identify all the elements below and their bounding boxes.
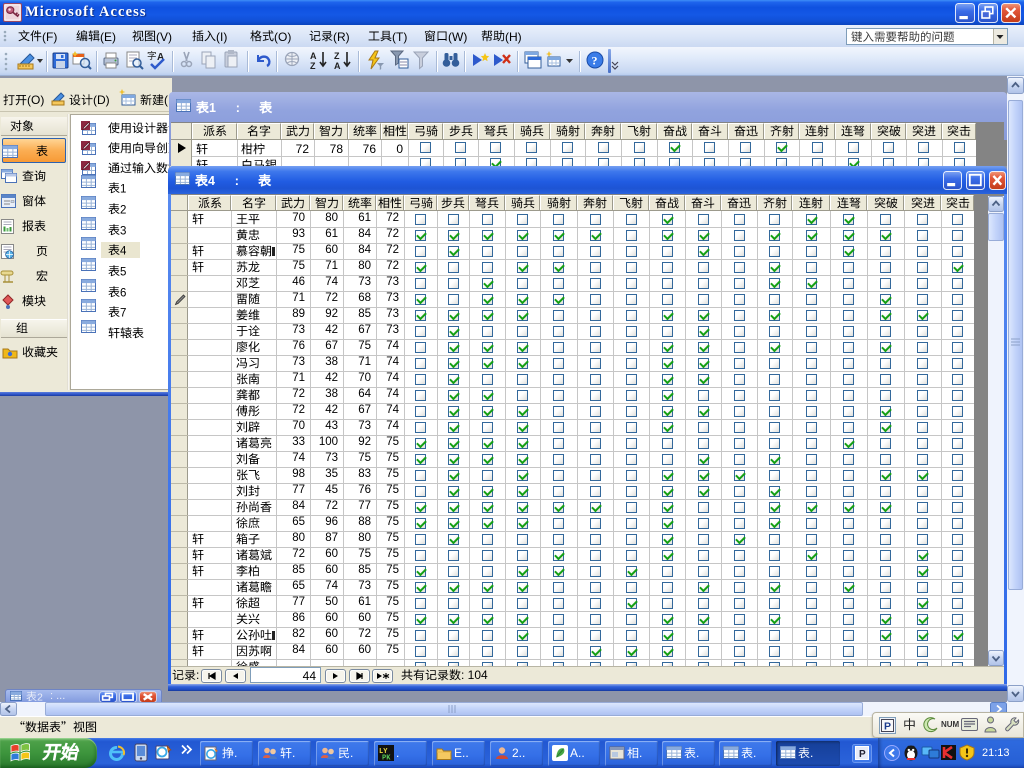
svg-text:P: P bbox=[859, 749, 866, 760]
svg-text:PK: PK bbox=[382, 755, 391, 763]
svg-text:6: 6 bbox=[120, 287, 126, 299]
svg-text:5: 5 bbox=[120, 266, 126, 278]
svg-text::: : bbox=[235, 174, 239, 188]
svg-text:A: A bbox=[334, 61, 341, 71]
svg-text:3: 3 bbox=[120, 225, 126, 237]
svg-text:1: 1 bbox=[120, 183, 126, 195]
svg-text:Z: Z bbox=[334, 51, 340, 61]
svg-text:Z: Z bbox=[310, 61, 316, 71]
svg-text:2: 2 bbox=[120, 204, 126, 216]
svg-text:4: 4 bbox=[120, 245, 127, 257]
svg-text:?: ? bbox=[592, 54, 598, 68]
svg-text:1: 1 bbox=[209, 101, 216, 115]
svg-text::: : bbox=[236, 101, 240, 115]
svg-text:4: 4 bbox=[208, 174, 215, 188]
svg-text:A: A bbox=[310, 51, 317, 61]
svg-text:P: P bbox=[884, 721, 891, 733]
svg-text:7: 7 bbox=[120, 307, 126, 319]
